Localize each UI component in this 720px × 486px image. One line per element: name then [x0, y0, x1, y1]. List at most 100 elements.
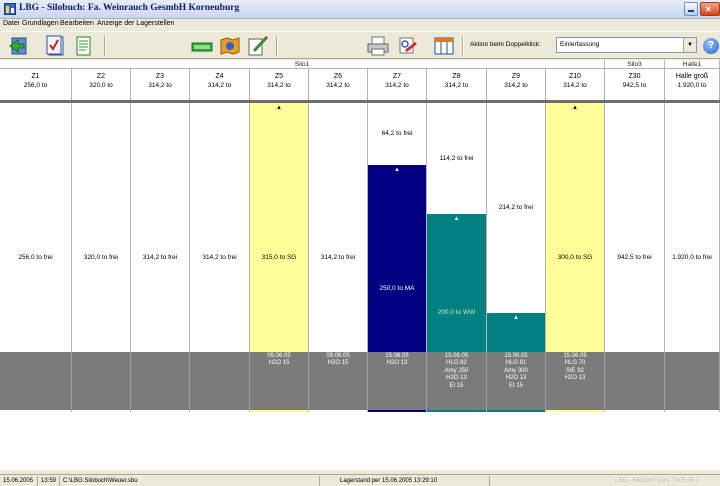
column-footer-10: 15.06.05 HLG 70 SIE 92 H2O 13: [546, 352, 605, 410]
fill-marker-icon: ▲: [453, 216, 460, 222]
title-bar: LBG - Silobuch: Fa. Weinrauch GesmbH Kor…: [0, 0, 720, 19]
column-capacity: 1.920,0 to: [677, 82, 707, 89]
print-preview-icon: [399, 37, 417, 54]
footer-line: Amy 250: [444, 367, 469, 374]
print-preview-button[interactable]: [396, 35, 420, 57]
column-header-4[interactable]: Z4 314,2 to: [190, 69, 250, 100]
fill-marker-icon: ▲: [276, 105, 282, 111]
document-button[interactable]: [72, 35, 96, 57]
header-divider: [0, 100, 720, 103]
column-capacity: 320,0 to: [89, 82, 113, 89]
exit-button[interactable]: [8, 35, 32, 57]
column-header-8[interactable]: Z8 314,2 to: [427, 69, 487, 100]
column-capacity: 942,5 to: [622, 82, 647, 89]
close-button[interactable]: ✕: [700, 2, 720, 16]
toolbar-separator: [104, 36, 106, 56]
print-icon: [367, 36, 389, 56]
fill-label: 300,0 to SG: [557, 253, 593, 261]
footer-line: 15.06.05: [504, 353, 528, 359]
minimize-icon: [688, 10, 694, 12]
window-title: LBG - Silobuch: Fa. Weinrauch GesmbH Kor…: [19, 3, 240, 13]
column-footer-2: [72, 352, 131, 410]
footer-line: H2O 13: [386, 360, 408, 367]
column-footer-4: [190, 352, 250, 410]
fill-marker-icon: ▲: [513, 315, 519, 321]
menu-grundlagen[interactable]: Grundlagen: [22, 20, 59, 27]
column-name: Z4: [215, 73, 224, 80]
column-footer-7: 15.06.05 H2O 13: [368, 352, 427, 410]
column-header-3[interactable]: Z3 314,2 to: [131, 69, 190, 100]
app-icon: [4, 3, 16, 15]
fill-marker-icon: ▲: [572, 105, 578, 111]
column-header-1[interactable]: Z1 256,0 to: [0, 69, 72, 100]
status-path: C:\LBG.Silobuch\Weuer.sbu: [60, 476, 320, 486]
chevron-down-icon[interactable]: ▼: [683, 38, 696, 52]
footer-line: H2O 13: [505, 375, 527, 382]
status-version: LBG - Silobuch Vers. 2005.06.1: [615, 478, 700, 484]
group-header-silo1: Silo1: [0, 60, 605, 69]
column-header-7[interactable]: Z7 314,2 to: [368, 69, 427, 100]
group-header-halle1: Halle1: [665, 60, 720, 69]
footer-line: EI 15: [449, 382, 464, 389]
footer-line: H2O 15: [327, 360, 349, 367]
column-header-11[interactable]: Z30 942,5 to: [605, 69, 665, 100]
minimize-button[interactable]: [684, 2, 698, 16]
footer-line: HLG 82: [446, 360, 467, 367]
column-capacity: 314,2 to: [207, 82, 232, 89]
footer-line: H2O 13: [564, 375, 586, 382]
column-header-9[interactable]: Z9 314,2 to: [487, 69, 546, 100]
free-label: 314,2 to frei: [142, 253, 178, 261]
column-header-10[interactable]: Z10 314,2 to: [546, 69, 605, 100]
column-header-6[interactable]: Z6 314,2 to: [309, 69, 368, 100]
column-header-5[interactable]: Z5 314,2 to: [250, 69, 309, 100]
footer-line: EI 15: [508, 382, 523, 389]
column-name: Z6: [333, 73, 343, 80]
column-capacity: 314,2 to: [148, 82, 172, 89]
footer-line: 09.06.05: [326, 353, 350, 359]
column-header-2[interactable]: Z2 320,0 to: [72, 69, 131, 100]
close-icon: ✕: [705, 5, 712, 14]
action-select[interactable]: Einlerfassung ▼: [556, 37, 697, 53]
print-button[interactable]: [366, 35, 390, 57]
column-header-12[interactable]: Halle groß 1.920,0 to: [665, 69, 720, 100]
menu-anzeige-lagerstellen[interactable]: Anzeige der Lagerstellen: [97, 20, 174, 27]
checklist-button[interactable]: [44, 35, 68, 57]
column-footer-1: [0, 352, 72, 410]
column-name: Z7: [392, 73, 402, 80]
footer-line: 09.06.05: [267, 353, 291, 359]
column-name: Z9: [511, 73, 521, 80]
column-name: Z8: [452, 73, 461, 80]
menu-bearbeiten[interactable]: Bearbeiten: [60, 20, 94, 27]
column-footer-5: 09.06.05 H2O 15: [250, 352, 309, 410]
column-capacity: 314,2 to: [504, 82, 528, 89]
edit-icon: [248, 35, 269, 56]
status-time: 13:59: [38, 476, 60, 486]
bin-button[interactable]: [190, 35, 214, 57]
edit-button[interactable]: [246, 35, 270, 57]
menu-datei[interactable]: Datei: [3, 20, 19, 27]
menu-bar: Datei Grundlagen Bearbeiten Anzeige der …: [0, 19, 720, 31]
column-capacity: 314,2 to: [563, 82, 587, 89]
fill-marker-icon: ▲: [394, 167, 400, 173]
column-capacity: 314,2 to: [326, 82, 350, 89]
status-bar: 15.06.2005 13:59 C:\LBG.Silobuch\Weuer.s…: [0, 474, 720, 486]
toolbar-separator: [276, 36, 278, 56]
free-label: 256,0 to frei: [18, 253, 53, 261]
action-label: Aktion beim Doppelklick:: [470, 41, 541, 48]
free-label: 314,2 to frei: [320, 253, 356, 261]
column-capacity: 314,2 to: [444, 82, 469, 89]
map-button[interactable]: [218, 35, 242, 57]
table-button[interactable]: [432, 35, 456, 57]
column-name: Z2: [96, 73, 106, 80]
help-button[interactable]: ?: [703, 38, 719, 54]
column-capacity: 314,2 to: [267, 82, 291, 89]
action-select-value: Einlerfassung: [560, 41, 600, 48]
toolbar-separator: [462, 36, 464, 56]
map-icon: [220, 37, 240, 55]
column-footer-3: [131, 352, 190, 410]
free-label: 214,2 to frei: [498, 204, 534, 211]
free-label: 1.920,0 to frei: [672, 253, 712, 261]
column-footer-11: [605, 352, 665, 410]
bin-icon: [191, 42, 213, 52]
footer-line: H2O 15: [268, 360, 290, 367]
